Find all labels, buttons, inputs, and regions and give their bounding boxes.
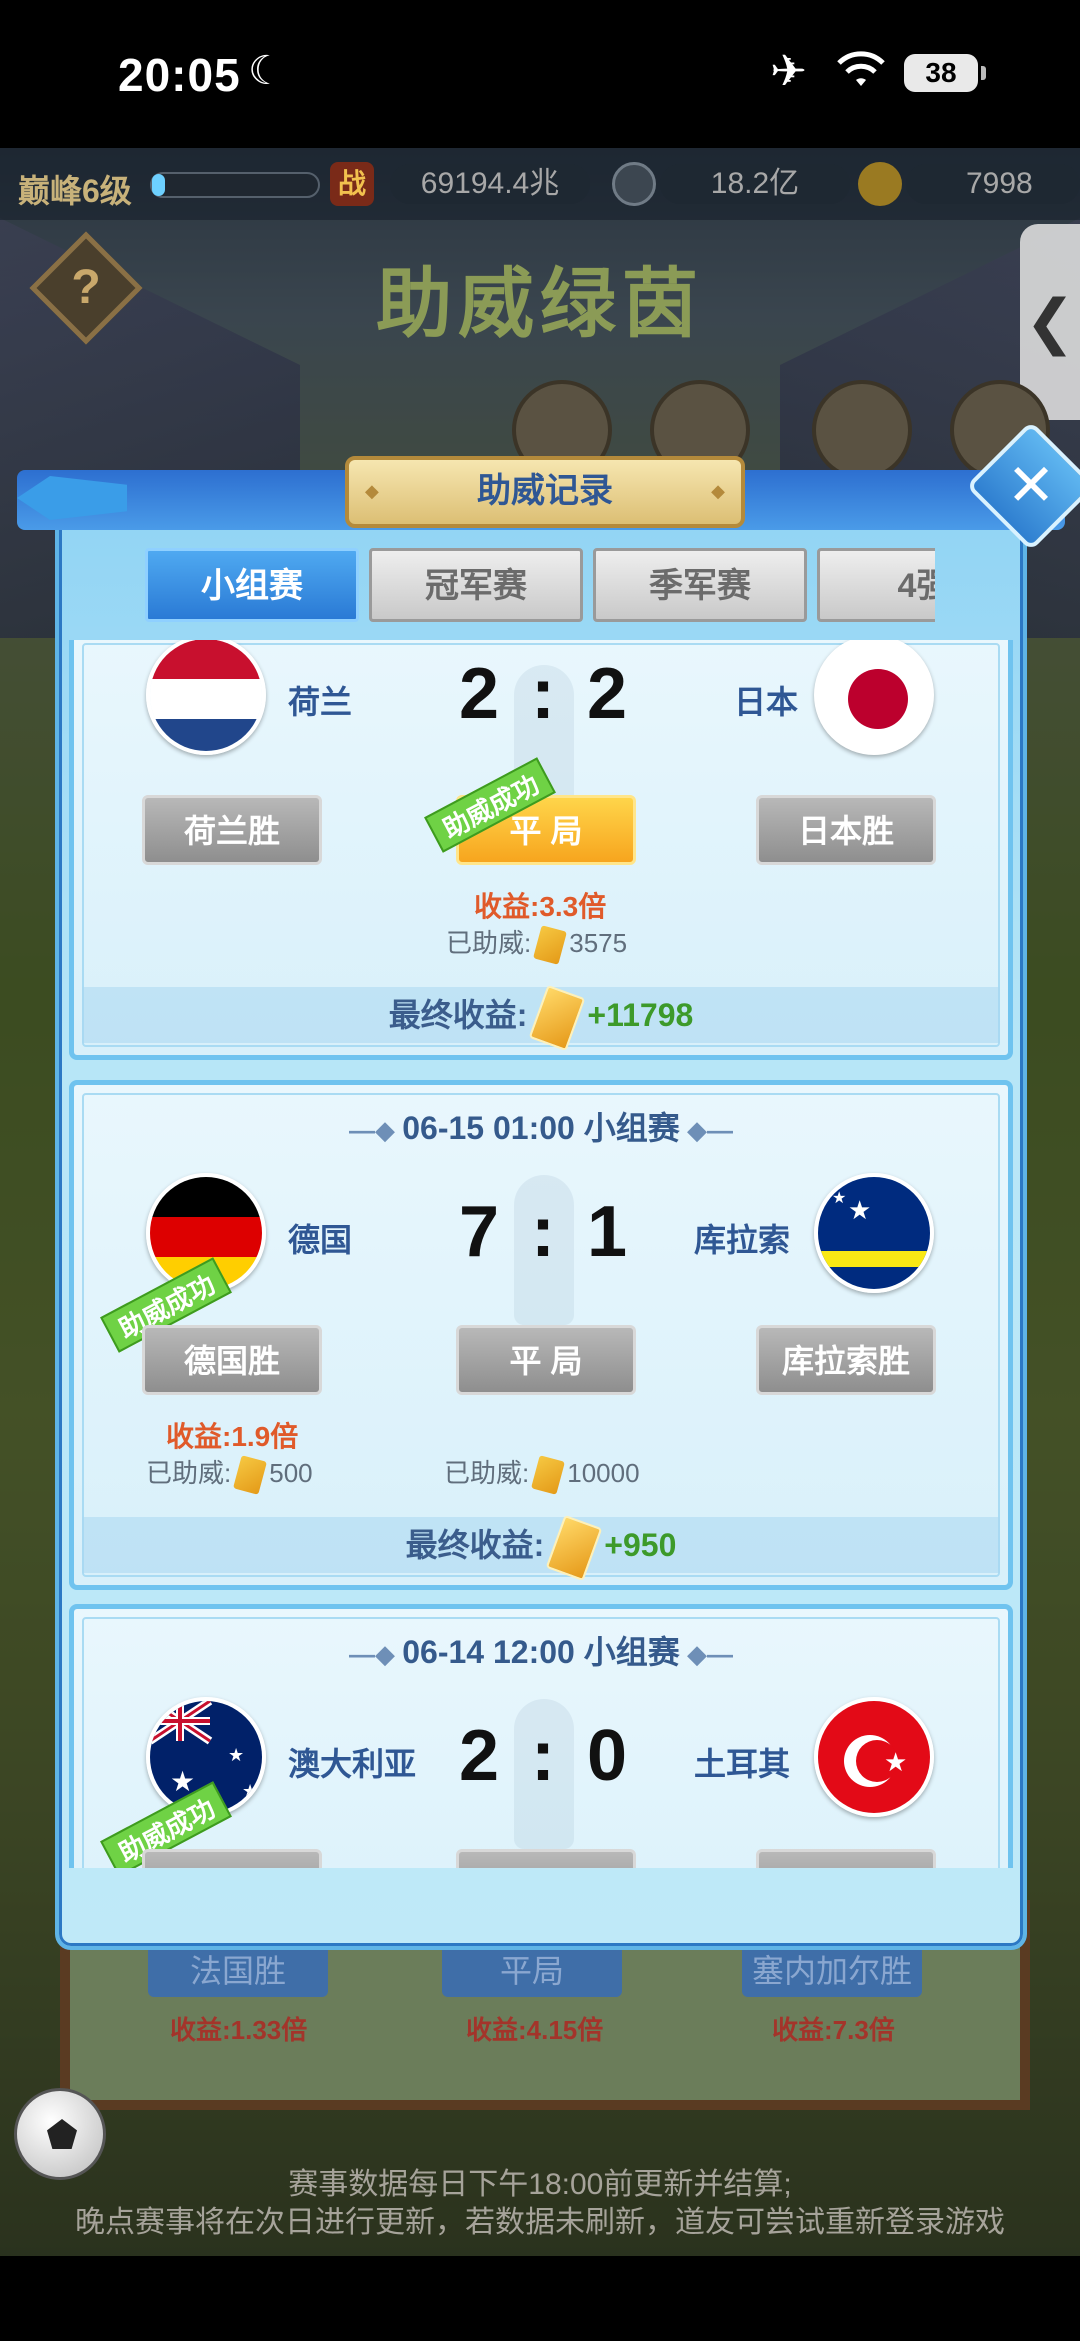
gain-multiplier: 收益:1.9倍 xyxy=(166,1421,299,1452)
cheered-amount: 已助威: 3575 xyxy=(446,923,627,965)
svg-text:★: ★ xyxy=(884,1747,907,1777)
status-time: 20:05 xyxy=(118,49,241,101)
silver-coin-icon xyxy=(612,162,656,206)
match-date: —◆ 06-14 12:00 小组赛 ◆— xyxy=(349,1634,733,1670)
match-score: 7 : 1 xyxy=(458,1192,634,1272)
page-title: 助威绿茵 xyxy=(376,262,704,347)
bg-gain-text: 收益:4.15倍 xyxy=(466,2015,604,2045)
bg-gain-text: 收益:1.33倍 xyxy=(170,2015,308,2045)
tab-final[interactable]: 冠军赛 xyxy=(369,548,583,622)
resource-bar: 巅峰6级 战 69194.4兆 18.2亿 7998 xyxy=(0,148,1080,220)
dialog-title: 助威记录 xyxy=(345,456,745,528)
curacao-flag-icon: ★ ★ xyxy=(814,1173,934,1293)
gold-value: 7998 xyxy=(906,164,1080,204)
tab-semifinal[interactable]: 4强 xyxy=(817,548,935,622)
home-team-name: 荷兰 xyxy=(288,684,353,720)
final-gain-row: 最终收益: +950 xyxy=(82,1514,1000,1581)
level-progress-bar xyxy=(150,172,320,198)
cheered-amount: 已助威: 10000 xyxy=(444,1453,640,1495)
tab-group-stage[interactable]: 小组赛 xyxy=(145,548,359,622)
bg-pick-button: 法国胜 xyxy=(148,1945,328,1997)
match-score: 2 : 0 xyxy=(458,1716,634,1796)
power-value: 69194.4兆 xyxy=(390,164,590,204)
away-team-name: 日本 xyxy=(734,684,799,720)
home-team-name: 德国 xyxy=(288,1222,353,1258)
bg-gain-text: 收益:7.3倍 xyxy=(772,2015,895,2045)
final-gain-row: 最终收益: +11798 xyxy=(82,984,1000,1051)
ticket-icon xyxy=(531,1455,566,1495)
home-win-button[interactable]: 荷兰胜 xyxy=(142,795,322,865)
question-icon: ? xyxy=(71,261,101,314)
footer-note: 赛事数据每日下午18:00前更新并结算; 晚点赛事将在次日进行更新，若数据未刷新… xyxy=(75,2168,1005,2239)
svg-text:★: ★ xyxy=(228,1745,244,1765)
ticket-icon xyxy=(233,1455,268,1495)
away-win-button[interactable]: 库拉索胜 xyxy=(756,1325,936,1395)
airplane-icon: ✈ xyxy=(770,47,807,96)
match-card: —◆ 06-14 12:00 小组赛 ◆— ★ ★ ★ 澳大利亚 2 : 0 土耳其… xyxy=(69,1604,1013,1868)
cheered-amount: 已助威: 500 xyxy=(146,1453,313,1495)
bg-pick-button: 平局 xyxy=(442,1945,622,1997)
battery-icon: 38 xyxy=(904,54,986,92)
ticket-icon xyxy=(533,925,568,965)
away-win-button[interactable]: 土耳其胜 xyxy=(756,1849,936,1868)
away-win-button[interactable]: 日本胜 xyxy=(756,795,936,865)
netherlands-flag-icon xyxy=(146,640,266,755)
draw-button[interactable]: 平 局 xyxy=(456,1849,636,1868)
match-score: 2 : 2 xyxy=(458,654,634,734)
cheer-record-dialog: 助威记录 ✕ 小组赛 冠军赛 季军赛 4强 荷兰 2 : 2 日本 荷兰胜 平 … xyxy=(17,420,1080,1950)
away-team-name: 库拉索 xyxy=(694,1222,791,1258)
svg-text:★: ★ xyxy=(848,1195,871,1225)
close-icon: ✕ xyxy=(1006,453,1056,518)
level-label: 巅峰6级 xyxy=(18,173,132,209)
match-list[interactable]: 荷兰 2 : 2 日本 荷兰胜 平 局 助威成功 日本胜 收益:3.3倍 已助威… xyxy=(69,640,1013,1868)
svg-text:★: ★ xyxy=(832,1190,846,1207)
moon-icon: ☾ xyxy=(248,49,284,93)
away-team-name: 土耳其 xyxy=(694,1746,791,1782)
status-bar: 20:05 ☾ ✈ 38 xyxy=(0,0,1080,148)
silver-value: 18.2亿 xyxy=(660,164,850,204)
turkey-flag-icon: ★ xyxy=(814,1697,934,1817)
draw-button[interactable]: 平 局 xyxy=(456,1325,636,1395)
round-tabs: 小组赛 冠军赛 季军赛 4强 xyxy=(145,548,935,622)
combat-icon: 战 xyxy=(330,162,374,206)
home-win-button[interactable]: 德国胜 xyxy=(142,1325,322,1395)
ticket-icon xyxy=(529,984,586,1051)
wifi-icon xyxy=(837,51,885,86)
match-card: 荷兰 2 : 2 日本 荷兰胜 平 局 助威成功 日本胜 收益:3.3倍 已助威… xyxy=(69,640,1013,1060)
gold-ingot-icon xyxy=(858,162,902,206)
home-team-name: 澳大利亚 xyxy=(288,1746,417,1782)
home-win-button[interactable]: 澳大利亚胜 xyxy=(142,1849,322,1868)
ticket-icon xyxy=(545,1514,603,1581)
gain-multiplier: 收益:3.3倍 xyxy=(474,891,607,922)
tab-third-place[interactable]: 季军赛 xyxy=(593,548,807,622)
match-date: —◆ 06-15 01:00 小组赛 ◆— xyxy=(349,1110,733,1146)
match-card: —◆ 06-15 01:00 小组赛 ◆— 德国 7 : 1 库拉索 ★ ★ 助威… xyxy=(69,1080,1013,1590)
japan-flag-icon xyxy=(814,640,934,755)
bg-pick-button: 塞内加尔胜 xyxy=(742,1945,922,1997)
bg-feature-icon[interactable] xyxy=(812,380,912,480)
